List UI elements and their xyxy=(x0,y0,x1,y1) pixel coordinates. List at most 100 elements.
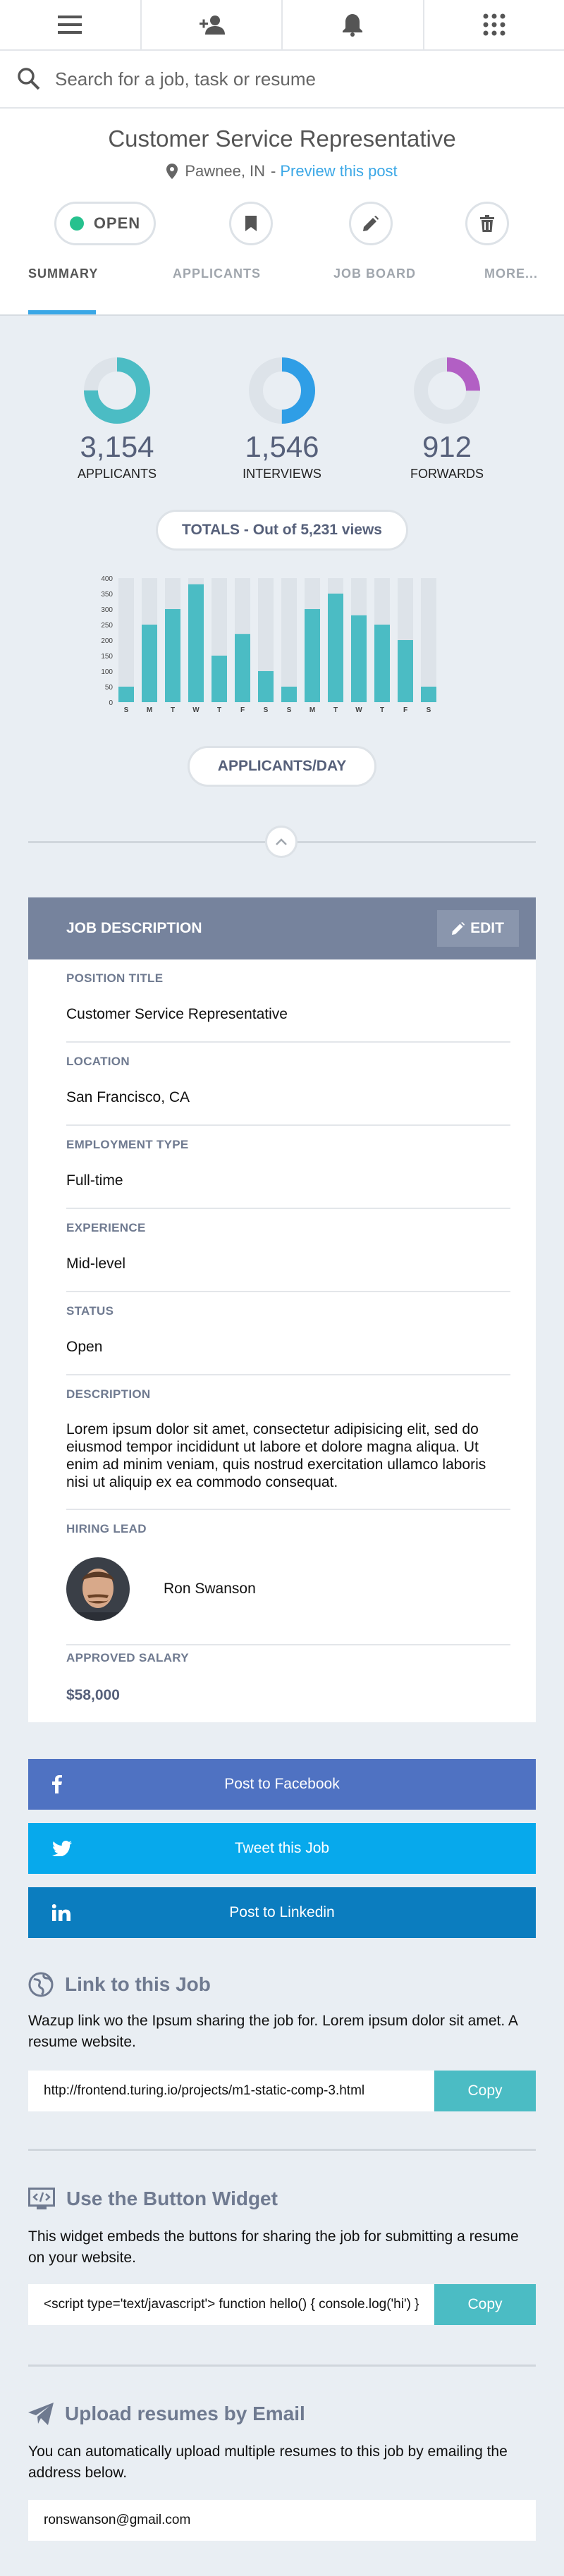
search-icon xyxy=(18,68,40,90)
preview-post-link[interactable]: Preview this post xyxy=(280,162,397,180)
bar xyxy=(328,594,343,702)
search-input[interactable] xyxy=(55,68,534,90)
field-divider xyxy=(66,1291,510,1292)
x-tick-label: M xyxy=(147,706,152,714)
stat-label: INTERVIEWS xyxy=(243,467,321,481)
pencil-icon xyxy=(363,216,379,231)
upload-email-field[interactable]: ronswanson@gmail.com xyxy=(28,2500,536,2541)
field-divider xyxy=(66,1124,510,1126)
x-tick-label: T xyxy=(380,706,384,714)
stat-value: 912 xyxy=(422,430,472,463)
status-toggle-button[interactable]: OPEN xyxy=(54,202,156,245)
totals-button[interactable]: TOTALS - Out of 5,231 views xyxy=(156,510,408,551)
copy-widget-button[interactable]: Copy xyxy=(434,2284,536,2325)
section-divider xyxy=(28,2149,536,2151)
copy-link-button[interactable]: Copy xyxy=(434,2071,536,2111)
y-tick-label: 200 xyxy=(101,637,113,645)
add-user-button[interactable] xyxy=(142,0,283,49)
social-label: Tweet this Job xyxy=(234,1840,330,1856)
field-label: EXPERIENCE xyxy=(66,1221,146,1234)
interviews-donut-chart xyxy=(249,357,315,424)
bar xyxy=(235,634,250,702)
x-tick-label: S xyxy=(124,706,129,714)
facebook-icon xyxy=(52,1775,62,1793)
y-tick-label: 0 xyxy=(109,699,113,707)
stat-interviews: 1,546 INTERVIEWS xyxy=(212,357,352,482)
y-tick-label: 400 xyxy=(101,575,113,583)
field-divider xyxy=(66,1208,510,1209)
field-label: APPROVED SALARY xyxy=(66,1651,189,1664)
status-dot xyxy=(69,216,84,231)
tab-bar: SUMMARY APPLICANTS JOB BOARD MORE... xyxy=(0,266,564,316)
tab-job-board[interactable]: JOB BOARD xyxy=(333,266,416,281)
field-label: EMPLOYMENT TYPE xyxy=(66,1138,189,1151)
link-section-title: Link to this Job xyxy=(65,1973,211,1995)
chevron-up-icon xyxy=(276,838,287,845)
post-facebook-button[interactable]: Post to Facebook xyxy=(28,1759,536,1810)
field-divider xyxy=(66,1644,510,1645)
bar xyxy=(188,584,204,702)
delete-post-button[interactable] xyxy=(465,202,509,245)
apps-grid-icon xyxy=(483,13,505,36)
stat-value: 1,546 xyxy=(245,430,319,463)
field-value: Full-time xyxy=(66,1172,123,1189)
globe-icon xyxy=(28,1972,54,1997)
twitter-icon xyxy=(52,1841,72,1856)
bar xyxy=(305,609,320,702)
location-separator: - xyxy=(271,162,276,180)
bookmark-button[interactable] xyxy=(229,202,273,245)
bar xyxy=(118,687,134,702)
job-location-row: Pawnee, IN - Preview this post xyxy=(0,162,564,180)
status-label: OPEN xyxy=(93,214,141,232)
code-embed-icon xyxy=(28,2188,55,2209)
applicants-bar-chart: 400 350 300 250 200 150 100 50 0 S M T W T F S S M T W T F S xyxy=(101,575,436,714)
bell-icon xyxy=(343,14,363,37)
x-tick-label: T xyxy=(217,706,221,714)
widget-code-field[interactable]: <script type='text/javascript'> function… xyxy=(28,2284,434,2325)
applicants-donut-chart xyxy=(84,357,150,424)
search-bar xyxy=(0,51,564,109)
tab-summary[interactable]: SUMMARY xyxy=(28,266,98,281)
applicants-day-button[interactable]: APPLICANTS/DAY xyxy=(188,746,376,787)
menu-button[interactable] xyxy=(0,0,142,49)
job-description-body: POSITION TITLE Customer Service Represen… xyxy=(28,959,536,1722)
field-label: LOCATION xyxy=(66,1055,130,1068)
apps-button[interactable] xyxy=(424,0,564,49)
link-section-header: Link to this Job xyxy=(28,1972,211,1997)
link-section-text: Wazup link wo the Ipsum sharing the job … xyxy=(28,2013,517,2050)
notifications-button[interactable] xyxy=(283,0,424,49)
field-position-title: POSITION TITLE Customer Service Represen… xyxy=(66,971,510,1023)
y-tick-label: 100 xyxy=(101,668,113,676)
job-link-field[interactable]: http://frontend.turing.io/projects/m1-st… xyxy=(28,2071,434,2111)
field-divider xyxy=(66,1509,510,1510)
stat-forwards: 912 FORWARDS xyxy=(376,357,517,482)
top-nav xyxy=(0,0,564,51)
widget-section-header: Use the Button Widget xyxy=(28,2188,278,2210)
post-linkedin-button[interactable]: Post to Linkedin xyxy=(28,1887,536,1938)
field-hiring-lead: HIRING LEAD Ron Swanson xyxy=(66,1522,510,1621)
tab-more[interactable]: MORE... xyxy=(484,266,538,281)
forwards-donut-chart xyxy=(414,357,480,424)
avatar xyxy=(66,1557,130,1621)
collapse-button[interactable] xyxy=(265,826,298,858)
field-divider xyxy=(66,1374,510,1375)
bar xyxy=(281,687,297,702)
edit-description-button[interactable]: EDIT xyxy=(437,910,519,947)
tab-applicants[interactable]: APPLICANTS xyxy=(173,266,261,281)
job-description-header: JOB DESCRIPTION EDIT xyxy=(28,897,536,959)
field-label: STATUS xyxy=(66,1304,114,1318)
bar xyxy=(398,640,413,702)
field-location: LOCATION San Francisco, CA xyxy=(66,1055,510,1106)
paper-plane-icon xyxy=(28,2403,54,2425)
bookmark-icon xyxy=(245,216,257,231)
tweet-job-button[interactable]: Tweet this Job xyxy=(28,1823,536,1874)
bar xyxy=(421,687,436,702)
y-tick-label: 50 xyxy=(105,684,114,692)
edit-post-button[interactable] xyxy=(349,202,393,245)
job-description-title: JOB DESCRIPTION xyxy=(66,920,202,936)
email-section-header: Upload resumes by Email xyxy=(28,2403,305,2425)
field-label: POSITION TITLE xyxy=(66,971,164,985)
bar xyxy=(212,656,227,702)
linkedin-icon xyxy=(52,1904,70,1921)
field-value: Lorem ipsum dolor sit amet, consectetur … xyxy=(66,1421,486,1490)
